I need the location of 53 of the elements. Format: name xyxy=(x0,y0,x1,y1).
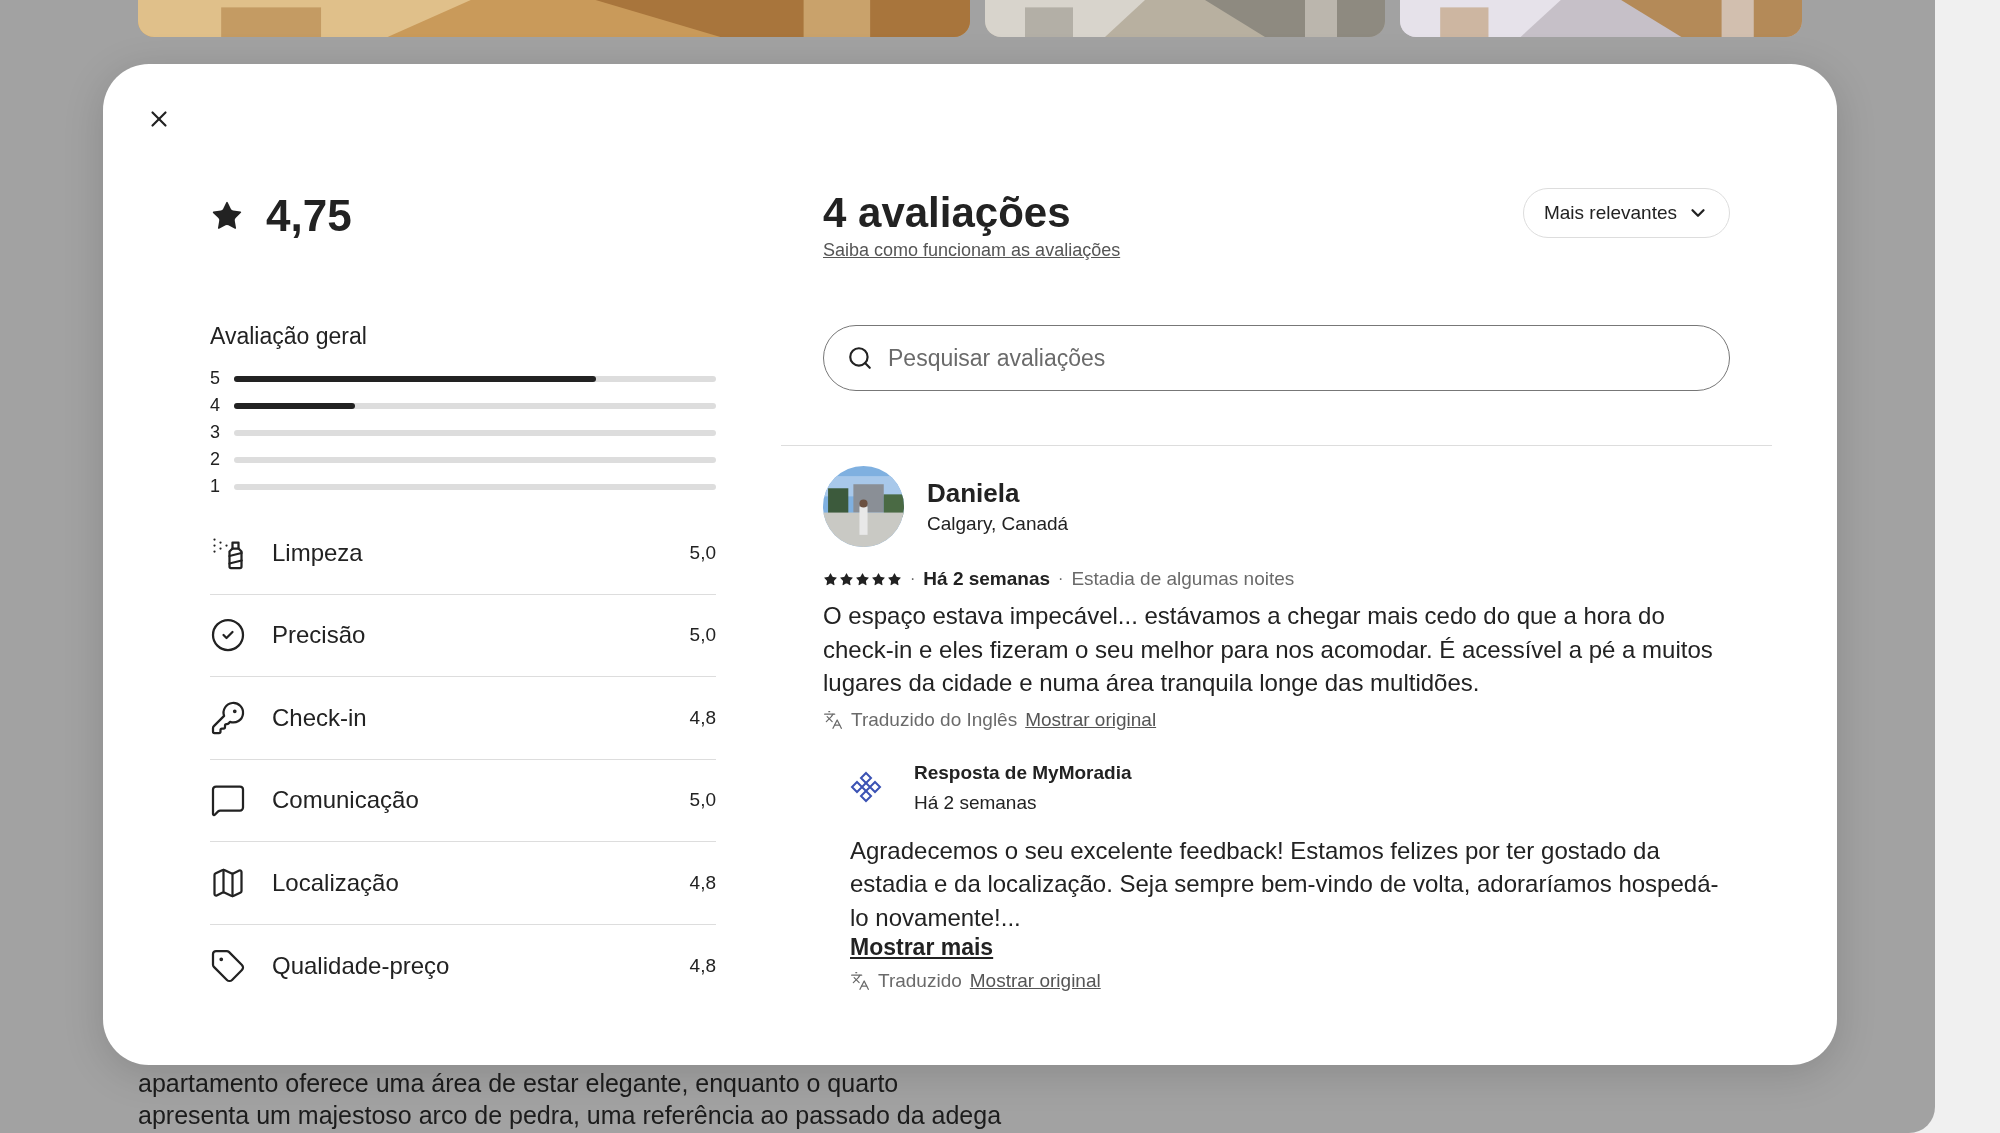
rating-label: 2 xyxy=(210,449,221,470)
category-label: Limpeza xyxy=(272,538,364,567)
reviewer-name: Daniela xyxy=(927,476,1021,510)
description-text: apresenta um majestoso arco de pedra, uma referência ao passado da adega xyxy=(138,1100,1003,1131)
star-icon xyxy=(823,571,838,587)
star-icon xyxy=(855,571,870,587)
category-label: Precisão xyxy=(272,621,367,650)
check-circle-icon xyxy=(210,617,246,654)
rating-label: 4 xyxy=(210,395,221,416)
star-icon xyxy=(887,571,902,587)
category-score: 5,0 xyxy=(689,541,716,564)
key-icon xyxy=(210,699,246,736)
show-more-link[interactable]: Mostrar mais xyxy=(850,934,994,960)
search-field[interactable]: Pesquisar avaliações xyxy=(823,325,1730,391)
sort-dropdown[interactable]: Mais relevantes xyxy=(1522,188,1730,238)
speech-bubble-icon xyxy=(210,782,246,819)
description-text: apartamento oferece uma área de estar elegante, enquanto o quarto xyxy=(138,1068,900,1099)
reviewer-location: Calgary, Canadá xyxy=(927,511,1069,536)
translation-note: Traduzido xyxy=(878,969,962,993)
rating-label: 5 xyxy=(210,368,221,389)
show-original-link[interactable]: Mostrar original xyxy=(969,970,1101,992)
category-score: 4,8 xyxy=(689,871,716,894)
reviews-title: 4 avaliações xyxy=(823,188,1072,238)
category-score: 4,8 xyxy=(689,954,716,977)
translation-note: Traduzido do Inglês xyxy=(851,707,1018,732)
reply-text: Agradecemos o seu excelente feedback! Estamos felizes por ter gostado da estadia e da localização. Seja sempre bem-vindo de volta, adoraríamos hospedá-lo novamente!... xyxy=(850,835,1720,933)
category-label: Check-in xyxy=(272,703,368,732)
category-label: Comunicação xyxy=(272,786,420,815)
rating-label: 3 xyxy=(210,422,221,443)
host-logo-icon xyxy=(850,770,882,805)
category-label: Localização xyxy=(272,868,400,897)
category-score: 5,0 xyxy=(689,624,716,647)
category-score: 5,0 xyxy=(689,789,716,812)
separator-dot: · xyxy=(910,570,916,588)
overall-label: Avaliação geral xyxy=(210,322,368,351)
tag-icon xyxy=(210,947,246,984)
translate-icon xyxy=(823,709,843,730)
category-score: 4,8 xyxy=(689,706,716,729)
review-text: O espaço estava impecável... estávamos a chegar mais cedo do que a hora do check-in e eles fizeram o seu melhor para nos acomodar. É acessível a pé a muitos lugares da cidade e numa área tranquila longe das multidões. xyxy=(823,601,1713,698)
stay-length: Estadia de algumas noites xyxy=(1071,567,1295,591)
translate-icon xyxy=(850,971,870,991)
review-date: Há 2 semanas xyxy=(923,567,1051,591)
star-icon xyxy=(839,571,854,587)
show-original-link[interactable]: Mostrar original xyxy=(1025,708,1157,731)
separator-dot: · xyxy=(1058,570,1064,588)
reply-date: Há 2 semanas xyxy=(914,790,1038,815)
rating-label: 1 xyxy=(210,476,221,497)
star-icon xyxy=(871,571,886,587)
search-icon xyxy=(847,345,873,371)
category-label: Qualidade-preço xyxy=(272,951,451,980)
reviews-info-link[interactable]: Saiba como funcionam as avaliações xyxy=(823,240,1121,260)
overall-rating: 4,75 xyxy=(266,191,352,241)
reply-title: Resposta de MyMoradia xyxy=(914,760,1132,785)
